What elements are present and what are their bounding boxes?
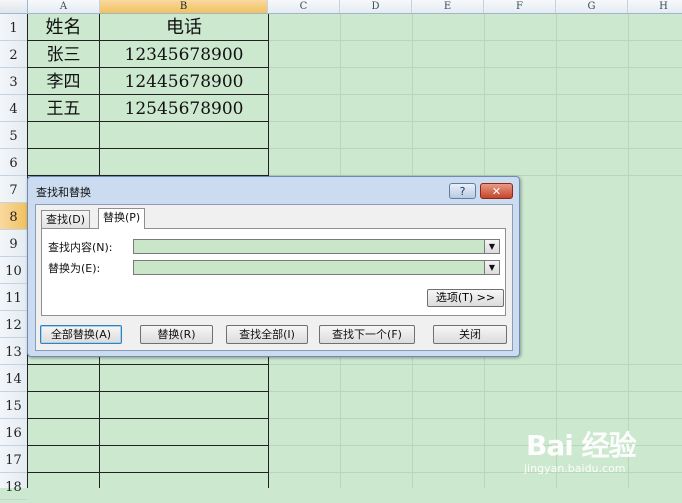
cell-phone[interactable]: 12445678900: [100, 68, 268, 94]
cell-b1-phone-header[interactable]: 电话: [100, 14, 268, 40]
row-header[interactable]: 9: [0, 230, 27, 257]
row-header[interactable]: 16: [0, 419, 27, 446]
cell-a1-name-header[interactable]: 姓名: [28, 14, 99, 40]
row-header[interactable]: 17: [0, 446, 27, 473]
tab-find[interactable]: 查找(D): [41, 210, 91, 228]
table-rule: [27, 445, 269, 446]
replace-with-combo[interactable]: ▼: [133, 260, 500, 275]
replace-panel: 查找内容(N): ▼ 替换为(E): ▼ 选项(T) >>: [41, 228, 506, 316]
table-rule: [27, 391, 269, 392]
column-header-c[interactable]: C: [268, 0, 340, 13]
chevron-down-icon[interactable]: ▼: [484, 240, 499, 253]
table-rule: [27, 472, 269, 473]
row-header[interactable]: 6: [0, 149, 27, 176]
table-rule: [27, 148, 269, 149]
table-rule: [27, 364, 269, 365]
column-header-a[interactable]: A: [28, 0, 100, 13]
baidu-watermark: Bai 经验 jingyan.baidu.com: [520, 420, 680, 486]
find-all-button[interactable]: 查找全部(I): [226, 325, 308, 344]
find-replace-dialog: 查找和替换 ? ✕ 查找(D) 替换(P) 查找内容(N): ▼ 替换为(E):…: [27, 176, 520, 357]
row-header[interactable]: 11: [0, 284, 27, 311]
column-header-g[interactable]: G: [556, 0, 628, 13]
baidu-logo: Bai 经验: [526, 429, 637, 462]
table-rule: [27, 418, 269, 419]
cell-name[interactable]: 王五: [28, 95, 99, 121]
row-header[interactable]: 14: [0, 365, 27, 392]
help-button[interactable]: ?: [449, 183, 476, 199]
row-header[interactable]: 18: [0, 473, 27, 500]
row-header[interactable]: 12: [0, 311, 27, 338]
column-header-f[interactable]: F: [484, 0, 556, 13]
watermark-url: jingyan.baidu.com: [524, 462, 626, 475]
column-header-h[interactable]: H: [628, 0, 682, 13]
row-header[interactable]: 5: [0, 122, 27, 149]
cell-phone[interactable]: 12545678900: [100, 95, 268, 121]
row-header[interactable]: 15: [0, 392, 27, 419]
close-icon[interactable]: ✕: [480, 183, 513, 199]
row-header[interactable]: 4: [0, 95, 27, 122]
table-rule: [27, 121, 269, 122]
close-button[interactable]: 关闭: [433, 325, 507, 344]
cell-name[interactable]: 张三: [28, 41, 99, 67]
gridline: [556, 14, 557, 488]
row-header-selected[interactable]: 8: [0, 203, 27, 230]
row-header[interactable]: 13: [0, 338, 27, 365]
dialog-title: 查找和替换: [36, 186, 91, 199]
row-header[interactable]: 2: [0, 41, 27, 68]
find-next-button[interactable]: 查找下一个(F): [319, 325, 415, 344]
gridline: [628, 14, 629, 488]
find-what-combo[interactable]: ▼: [133, 239, 500, 254]
column-header-e[interactable]: E: [412, 0, 484, 13]
row-header[interactable]: 1: [0, 14, 27, 41]
cell-phone[interactable]: 12345678900: [100, 41, 268, 67]
column-header-b[interactable]: B: [100, 0, 268, 13]
select-all-corner[interactable]: [0, 0, 28, 13]
row-header[interactable]: 10: [0, 257, 27, 284]
options-button[interactable]: 选项(T) >>: [427, 289, 504, 307]
replace-all-button[interactable]: 全部替换(A): [40, 325, 122, 344]
row-header[interactable]: 3: [0, 68, 27, 95]
row-header[interactable]: 7: [0, 176, 27, 203]
column-header-d[interactable]: D: [340, 0, 412, 13]
column-header-bar: A B C D E F G H: [0, 0, 682, 14]
replace-button[interactable]: 替换(R): [140, 325, 213, 344]
dialog-body: 查找(D) 替换(P) 查找内容(N): ▼ 替换为(E): ▼ 选项(T) >…: [35, 204, 513, 351]
replace-with-label: 替换为(E):: [48, 262, 101, 275]
tab-replace[interactable]: 替换(P): [98, 208, 146, 229]
cell-name[interactable]: 李四: [28, 68, 99, 94]
row-header-bar: 1 2 3 4 5 6 7 8 9 10 11 12 13 14 15 16 1…: [0, 14, 28, 500]
find-what-label: 查找内容(N):: [48, 241, 113, 254]
chevron-down-icon[interactable]: ▼: [484, 261, 499, 274]
